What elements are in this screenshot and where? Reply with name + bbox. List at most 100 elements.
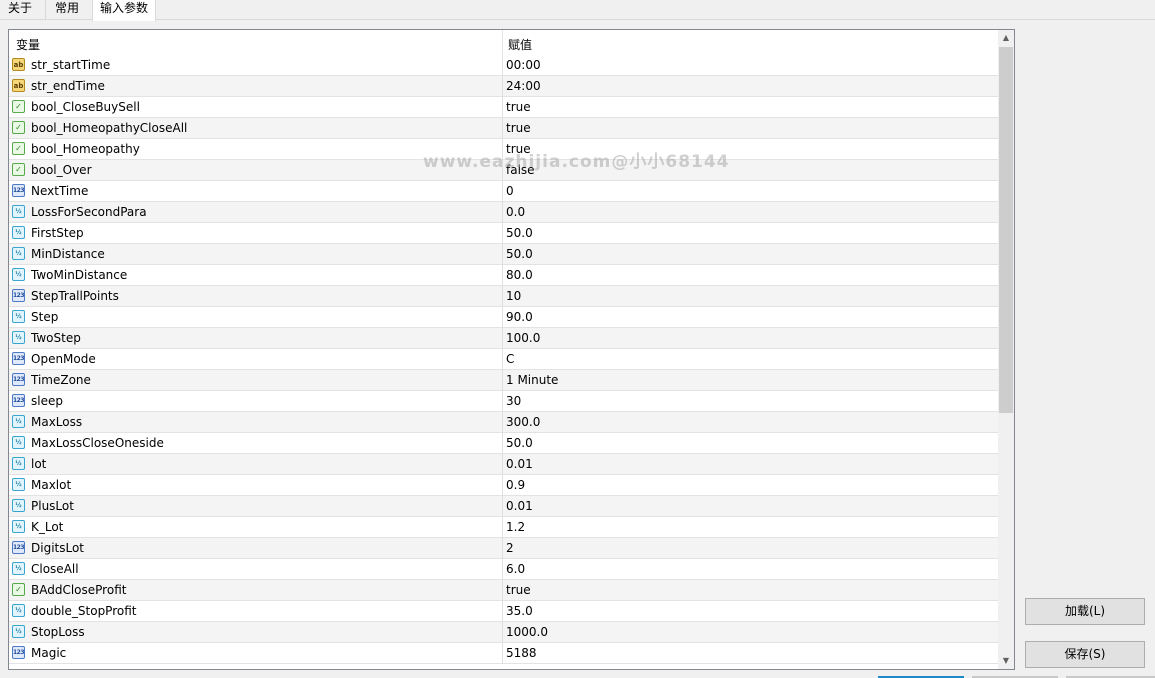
column-header-variable[interactable]: 变量 bbox=[16, 36, 40, 53]
parameter-name: StepTrallPoints bbox=[31, 289, 119, 303]
column-divider bbox=[502, 181, 503, 202]
column-divider[interactable] bbox=[502, 30, 503, 55]
table-row[interactable]: 123 OpenMode C bbox=[9, 349, 998, 370]
double-type-icon: ½ bbox=[12, 310, 25, 323]
column-divider bbox=[502, 370, 503, 391]
parameter-name: K_Lot bbox=[31, 520, 64, 534]
parameter-value[interactable]: true bbox=[506, 583, 531, 597]
table-row[interactable]: ½ FirstStep 50.0 bbox=[9, 223, 998, 244]
table-row[interactable]: ½ Maxlot 0.9 bbox=[9, 475, 998, 496]
parameter-value[interactable]: 300.0 bbox=[506, 415, 540, 429]
save-button[interactable]: 保存(S) bbox=[1025, 641, 1145, 668]
column-divider bbox=[502, 160, 503, 181]
parameter-name: FirstStep bbox=[31, 226, 84, 240]
parameter-value[interactable]: 24:00 bbox=[506, 79, 541, 93]
bool-type-icon: ✓ bbox=[12, 121, 25, 134]
scroll-up-arrow-icon[interactable]: ▲ bbox=[998, 30, 1014, 46]
parameter-name: Step bbox=[31, 310, 59, 324]
parameter-value[interactable]: 10 bbox=[506, 289, 521, 303]
column-divider bbox=[502, 475, 503, 496]
parameter-name: bool_CloseBuySell bbox=[31, 100, 140, 114]
parameter-name: bool_Homeopathy bbox=[31, 142, 140, 156]
double-type-icon: ½ bbox=[12, 625, 25, 638]
table-row[interactable]: ✓ bool_Homeopathy true bbox=[9, 139, 998, 160]
column-divider bbox=[502, 559, 503, 580]
parameter-value[interactable]: 35.0 bbox=[506, 604, 533, 618]
table-row[interactable]: ½ MaxLoss 300.0 bbox=[9, 412, 998, 433]
table-row[interactable]: ½ MaxLossCloseOneside 50.0 bbox=[9, 433, 998, 454]
parameter-value[interactable]: 30 bbox=[506, 394, 521, 408]
table-row[interactable]: ½ K_Lot 1.2 bbox=[9, 517, 998, 538]
parameter-value[interactable]: 5188 bbox=[506, 646, 537, 660]
table-row[interactable]: ½ TwoMinDistance 80.0 bbox=[9, 265, 998, 286]
table-row[interactable]: 123 NextTime 0 bbox=[9, 181, 998, 202]
vertical-scrollbar[interactable]: ▲ ▼ bbox=[998, 30, 1014, 669]
table-row[interactable]: 123 sleep 30 bbox=[9, 391, 998, 412]
column-divider bbox=[502, 496, 503, 517]
column-divider bbox=[502, 244, 503, 265]
table-row[interactable]: ✓ bool_Over false bbox=[9, 160, 998, 181]
bool-type-icon: ✓ bbox=[12, 142, 25, 155]
table-row[interactable]: ½ CloseAll 6.0 bbox=[9, 559, 998, 580]
parameter-value[interactable]: 100.0 bbox=[506, 331, 540, 345]
column-divider bbox=[502, 223, 503, 244]
table-row[interactable]: ab str_endTime 24:00 bbox=[9, 76, 998, 97]
column-header-value[interactable]: 赋值 bbox=[508, 36, 532, 53]
parameter-value[interactable]: false bbox=[506, 163, 535, 177]
parameter-value[interactable]: 90.0 bbox=[506, 310, 533, 324]
parameter-value[interactable]: 1 Minute bbox=[506, 373, 558, 387]
parameter-value[interactable]: 50.0 bbox=[506, 226, 533, 240]
column-divider bbox=[502, 538, 503, 559]
table-row[interactable]: 123 TimeZone 1 Minute bbox=[9, 370, 998, 391]
parameter-value[interactable]: C bbox=[506, 352, 514, 366]
tab-about[interactable]: 关于 bbox=[0, 0, 40, 19]
table-row[interactable]: ✓ bool_CloseBuySell true bbox=[9, 97, 998, 118]
load-button[interactable]: 加载(L) bbox=[1025, 598, 1145, 625]
scroll-down-arrow-icon[interactable]: ▼ bbox=[998, 653, 1014, 669]
column-divider bbox=[502, 97, 503, 118]
table-row[interactable]: 123 StepTrallPoints 10 bbox=[9, 286, 998, 307]
parameter-name: bool_Over bbox=[31, 163, 92, 177]
parameter-value[interactable]: 2 bbox=[506, 541, 514, 555]
table-row[interactable]: ½ MinDistance 50.0 bbox=[9, 244, 998, 265]
parameter-value[interactable]: 0.01 bbox=[506, 499, 533, 513]
parameter-name: TwoStep bbox=[31, 331, 81, 345]
parameter-name: MaxLoss bbox=[31, 415, 83, 429]
parameter-value[interactable]: 00:00 bbox=[506, 58, 541, 72]
table-row[interactable]: ½ double_StopProfit 35.0 bbox=[9, 601, 998, 622]
tab-bar: 关于 常用 输入参数 bbox=[0, 0, 1155, 21]
table-row[interactable]: ½ lot 0.01 bbox=[9, 454, 998, 475]
parameter-value[interactable]: 1000.0 bbox=[506, 625, 548, 639]
table-row[interactable]: ½ TwoStep 100.0 bbox=[9, 328, 998, 349]
parameter-value[interactable]: 1.2 bbox=[506, 520, 525, 534]
parameter-value[interactable]: 0 bbox=[506, 184, 514, 198]
table-row[interactable]: ½ StopLoss 1000.0 bbox=[9, 622, 998, 643]
integer-type-icon: 123 bbox=[12, 646, 25, 659]
parameter-value[interactable]: true bbox=[506, 121, 531, 135]
table-row[interactable]: ½ Step 90.0 bbox=[9, 307, 998, 328]
table-row[interactable]: ✓ bool_HomeopathyCloseAll true bbox=[9, 118, 998, 139]
parameter-name: LossForSecondPara bbox=[31, 205, 147, 219]
parameter-value[interactable]: true bbox=[506, 100, 531, 114]
scrollbar-thumb[interactable] bbox=[999, 47, 1013, 413]
parameter-value[interactable]: 50.0 bbox=[506, 436, 533, 450]
parameter-value[interactable]: 80.0 bbox=[506, 268, 533, 282]
parameter-value[interactable]: 6.0 bbox=[506, 562, 525, 576]
bool-type-icon: ✓ bbox=[12, 100, 25, 113]
tab-inputs[interactable]: 输入参数 bbox=[92, 0, 156, 21]
parameter-value[interactable]: 50.0 bbox=[506, 247, 533, 261]
parameter-value[interactable]: 0.9 bbox=[506, 478, 525, 492]
table-row[interactable]: 123 DigitsLot 2 bbox=[9, 538, 998, 559]
table-row[interactable]: ✓ BAddCloseProfit true bbox=[9, 580, 998, 601]
table-row[interactable]: 123 Magic 5188 bbox=[9, 643, 998, 664]
table-row[interactable]: ½ PlusLot 0.01 bbox=[9, 496, 998, 517]
parameter-value[interactable]: true bbox=[506, 142, 531, 156]
double-type-icon: ½ bbox=[12, 562, 25, 575]
table-row[interactable]: ab str_startTime 00:00 bbox=[9, 55, 998, 76]
integer-type-icon: 123 bbox=[12, 541, 25, 554]
integer-type-icon: 123 bbox=[12, 394, 25, 407]
table-row[interactable]: ½ LossForSecondPara 0.0 bbox=[9, 202, 998, 223]
tab-common[interactable]: 常用 bbox=[45, 0, 88, 19]
parameter-value[interactable]: 0.01 bbox=[506, 457, 533, 471]
parameter-value[interactable]: 0.0 bbox=[506, 205, 525, 219]
